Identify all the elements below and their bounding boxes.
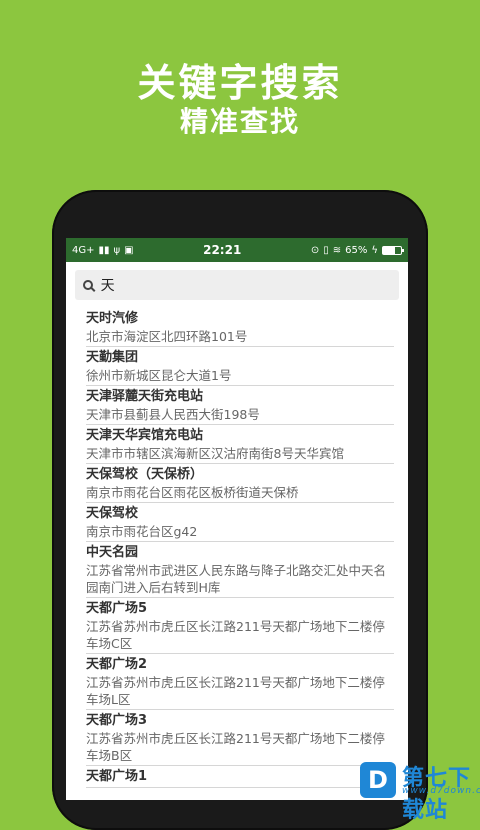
result-item[interactable]: 天保驾校（天保桥） 南京市雨花台区雨花区板桥街道天保桥 <box>86 464 394 503</box>
result-item[interactable]: 天勤集团徐州市新城区昆仑大道1号 <box>86 347 394 386</box>
result-list: 天时汽修 北京市海淀区北四环路101号 天勤集团 徐州市新城区昆仑大道1号 天津驿麓天街… <box>66 308 408 788</box>
search-input[interactable] <box>98 276 391 294</box>
notification-icon: ▣ <box>124 244 134 256</box>
vibrate-icon: ▯ <box>323 244 329 256</box>
result-name: 天津驿麓天街充电站 <box>86 389 204 404</box>
result-name: 天津天华宾馆充电站 <box>86 428 204 443</box>
result-name: 天都广场3 <box>86 713 148 728</box>
battery-icon <box>381 245 404 255</box>
result-item[interactable]: 中天名园江苏省常州市武进区人民东路与降子北路交汇处中天名园南门进入后右转到H库 <box>86 542 394 598</box>
result-address: 南京市雨花台区g42 <box>86 524 198 539</box>
wifi-icon: ≋ <box>332 244 342 256</box>
result-address: 江苏省苏州市虎丘区长江路211号天都广场地下二楼停车场C区 <box>86 619 385 651</box>
result-address: 江苏省常州市武进区人民东路与降子北路交汇处中天名园南门进入后右转到H库 <box>86 563 387 595</box>
result-address: 北京市海淀区北四环路101号 <box>86 329 248 344</box>
result-address: 江苏省苏州市虎丘区长江路211号天都广场地下二楼停车场L区 <box>86 675 385 707</box>
battery-percent: 65% <box>345 244 368 256</box>
result-item[interactable]: 天都广场2 江苏省苏州市虎丘区长江路211号天都广场地下二楼停车场L区 <box>86 654 394 710</box>
result-name: 天时汽修 <box>86 311 139 326</box>
network-type: 4G+ <box>72 244 95 256</box>
signal-icon: ▮▮ <box>98 244 110 256</box>
location-icon: ⊙ <box>310 244 320 256</box>
promo-headline: 关键字搜索 <box>137 61 343 105</box>
result-name: 天都广场5 <box>86 601 148 616</box>
result-address: 南京市雨花台区雨花区板桥街道天保桥 <box>86 485 299 500</box>
watermark-url: www.d7down.com <box>402 786 480 796</box>
usb-icon: ψ <box>113 244 121 256</box>
result-name: 天保驾校（天保桥） <box>86 467 204 482</box>
promo-subline: 精准查找 <box>179 105 300 138</box>
search-bar[interactable] <box>75 270 399 300</box>
result-name: 天保驾校 <box>86 506 139 521</box>
result-name: 天都广场2 <box>86 657 148 672</box>
watermark: D 第七下载站 www.d7down.com <box>280 748 480 823</box>
phone-screen: 4G+ ▮▮ ψ ▣ 22:21 ⊙ ▯ ≋ 65% ϟ 天时汽修北京市海淀区北… <box>66 238 408 800</box>
search-icon <box>83 280 93 290</box>
result-name: 天勤集团 <box>86 350 139 365</box>
watermark-logo-icon: D <box>360 762 396 798</box>
charging-icon: ϟ <box>371 244 378 256</box>
result-name: 中天名园 <box>86 545 139 560</box>
result-item[interactable]: 天保驾校南京市雨花台区g42 <box>86 503 394 542</box>
status-bar: 4G+ ▮▮ ψ ▣ 22:21 ⊙ ▯ ≋ 65% ϟ <box>66 238 408 262</box>
result-address: 徐州市新城区昆仑大道1号 <box>86 368 232 383</box>
result-item[interactable]: 天津天华宾馆充电站天津市市辖区滨海新区汉沽府南街8号天华宾馆 <box>86 425 394 464</box>
result-address: 天津市县蓟县人民西大街198号 <box>86 407 260 422</box>
result-item[interactable]: 天津驿麓天街充电站天津市县蓟县人民西大街198号 <box>86 386 394 425</box>
status-time: 22:21 <box>203 243 242 257</box>
result-address: 天津市市辖区滨海新区汉沽府南街8号天华宾馆 <box>86 446 344 461</box>
result-item[interactable]: 天都广场5 江苏省苏州市虎丘区长江路211号天都广场地下二楼停车场C区 <box>86 598 394 654</box>
result-item[interactable]: 天时汽修北京市海淀区北四环路101号 <box>86 308 394 347</box>
